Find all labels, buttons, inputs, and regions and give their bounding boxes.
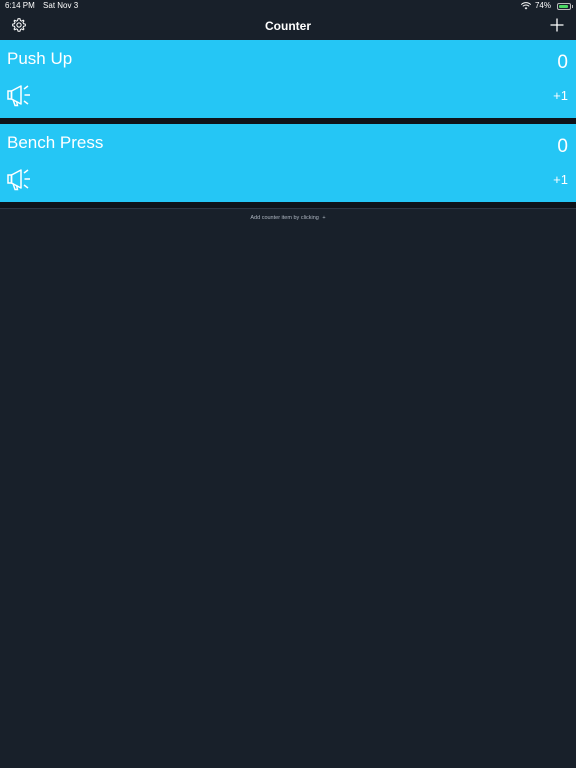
- increment-button[interactable]: +1: [553, 172, 568, 187]
- status-right: 74%: [520, 0, 573, 12]
- megaphone-icon: [7, 85, 30, 107]
- counter-item-push-up[interactable]: Push Up 0 +1: [0, 40, 576, 118]
- sound-button[interactable]: [7, 84, 33, 108]
- plus-icon: [550, 18, 564, 32]
- counter-list: Push Up 0 +1 Bench Press 0 +1: [0, 40, 576, 208]
- add-hint-text: Add counter item by clicking: [250, 215, 319, 221]
- sound-button[interactable]: [7, 168, 33, 192]
- counter-name: Push Up: [7, 49, 73, 68]
- gear-icon: [12, 18, 26, 32]
- add-hint: Add counter item by clicking +: [0, 215, 576, 221]
- battery-icon: [557, 2, 573, 10]
- megaphone-icon: [7, 169, 30, 191]
- list-separator: [0, 208, 576, 209]
- status-time: 6:14 PM: [5, 1, 35, 10]
- increment-button[interactable]: +1: [553, 88, 568, 103]
- battery-percent: 74%: [534, 1, 551, 10]
- counter-item-bench-press[interactable]: Bench Press 0 +1: [0, 124, 576, 202]
- status-bar: 6:14 PM Sat Nov 3 74%: [0, 0, 576, 12]
- counter-name: Bench Press: [7, 133, 104, 152]
- nav-bar: Counter: [0, 12, 576, 40]
- status-date: Sat Nov 3: [43, 1, 79, 10]
- add-counter-button[interactable]: [547, 15, 567, 35]
- counter-value: 0: [557, 52, 568, 73]
- counter-value: 0: [557, 136, 568, 157]
- settings-button[interactable]: [10, 16, 28, 34]
- status-left: 6:14 PM Sat Nov 3: [5, 0, 84, 12]
- wifi-icon: [520, 2, 531, 10]
- page-title: Counter: [265, 19, 311, 33]
- plus-icon: +: [322, 215, 326, 221]
